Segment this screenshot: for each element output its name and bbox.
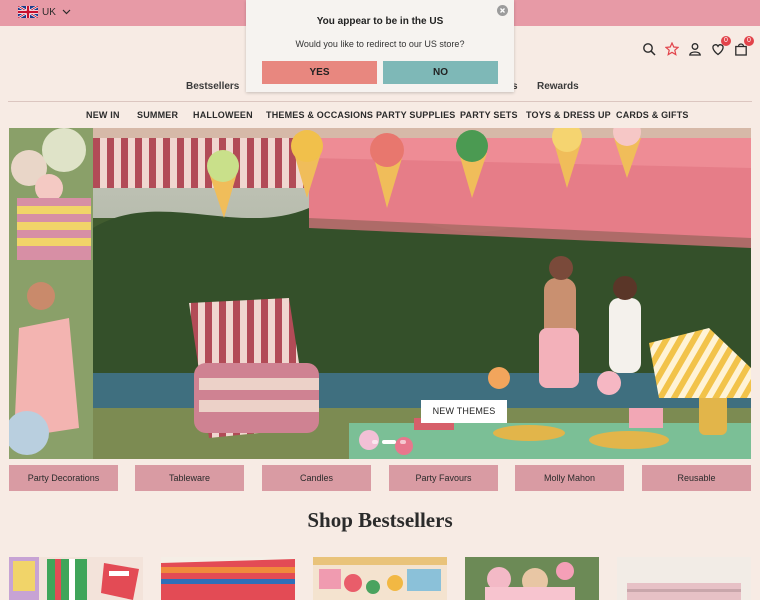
- product-image: [313, 557, 447, 600]
- carousel-dot[interactable]: [372, 440, 378, 444]
- modal-message: Would you like to redirect to our US sto…: [295, 39, 465, 49]
- modal-title: You appear to be in the US: [316, 16, 444, 27]
- category-reusable[interactable]: Reusable: [642, 465, 751, 491]
- header-icons: 0 0: [642, 36, 754, 56]
- carousel-dot-active[interactable]: [382, 440, 396, 444]
- hero-image: [9, 128, 751, 459]
- locale-label: UK: [42, 6, 56, 18]
- main-nav: NEW IN SUMMER HALLOWEEN THEMES & OCCASIO…: [0, 110, 760, 124]
- category-molly-mahon[interactable]: Molly Mahon: [515, 465, 624, 491]
- close-icon[interactable]: [497, 5, 508, 16]
- wishlist-heart-icon[interactable]: 0: [711, 36, 731, 56]
- rewards-link[interactable]: Rewards: [537, 81, 579, 92]
- product-card[interactable]: [161, 557, 295, 600]
- category-party-favours[interactable]: Party Favours: [389, 465, 498, 491]
- category-candles[interactable]: Candles: [262, 465, 371, 491]
- search-icon[interactable]: [642, 42, 656, 56]
- product-card[interactable]: [617, 557, 751, 600]
- chevron-down-icon: [62, 9, 71, 15]
- account-icon[interactable]: [688, 42, 702, 56]
- nav-item-summer[interactable]: SUMMER: [137, 110, 178, 120]
- cart-count-badge: 0: [744, 36, 754, 46]
- header-divider: [8, 101, 752, 102]
- bestsellers-link[interactable]: Bestsellers: [186, 81, 239, 92]
- carousel-dot[interactable]: [400, 440, 406, 444]
- new-themes-button[interactable]: NEW THEMES: [421, 400, 507, 423]
- nav-item-toys-dress-up[interactable]: TOYS & DRESS UP: [526, 110, 611, 120]
- yes-button[interactable]: YES: [262, 61, 377, 84]
- product-card[interactable]: [465, 557, 599, 600]
- product-image: [465, 557, 599, 600]
- no-button[interactable]: NO: [383, 61, 498, 84]
- uk-flag-icon: [18, 6, 38, 18]
- product-card[interactable]: [313, 557, 447, 600]
- locale-selector[interactable]: UK: [18, 6, 71, 18]
- nav-item-halloween[interactable]: HALLOWEEN: [193, 110, 253, 120]
- product-grid: [9, 557, 751, 600]
- cart-bag-icon[interactable]: 0: [734, 36, 754, 56]
- product-image: [161, 557, 295, 600]
- star-icon[interactable]: [665, 42, 679, 56]
- category-buttons: Party Decorations Tableware Candles Part…: [9, 465, 751, 491]
- nav-item-party-sets[interactable]: PARTY SETS: [460, 110, 518, 120]
- nav-item-cards-gifts[interactable]: CARDS & GIFTS: [616, 110, 689, 120]
- geo-redirect-modal: You appear to be in the US Would you lik…: [246, 0, 514, 92]
- product-image: [617, 557, 751, 600]
- wishlist-count-badge: 0: [721, 36, 731, 46]
- nav-item-themes-occasions[interactable]: THEMES & OCCASIONS: [266, 110, 373, 120]
- category-tableware[interactable]: Tableware: [135, 465, 244, 491]
- section-title: Shop Bestsellers: [307, 508, 453, 532]
- hero-banner[interactable]: [9, 128, 751, 459]
- nav-item-party-supplies[interactable]: PARTY SUPPLIES: [376, 110, 456, 120]
- carousel-dots: [372, 440, 406, 444]
- nav-item-new-in[interactable]: NEW IN: [86, 110, 120, 120]
- product-card[interactable]: [9, 557, 143, 600]
- product-image: [9, 557, 143, 600]
- category-party-decorations[interactable]: Party Decorations: [9, 465, 118, 491]
